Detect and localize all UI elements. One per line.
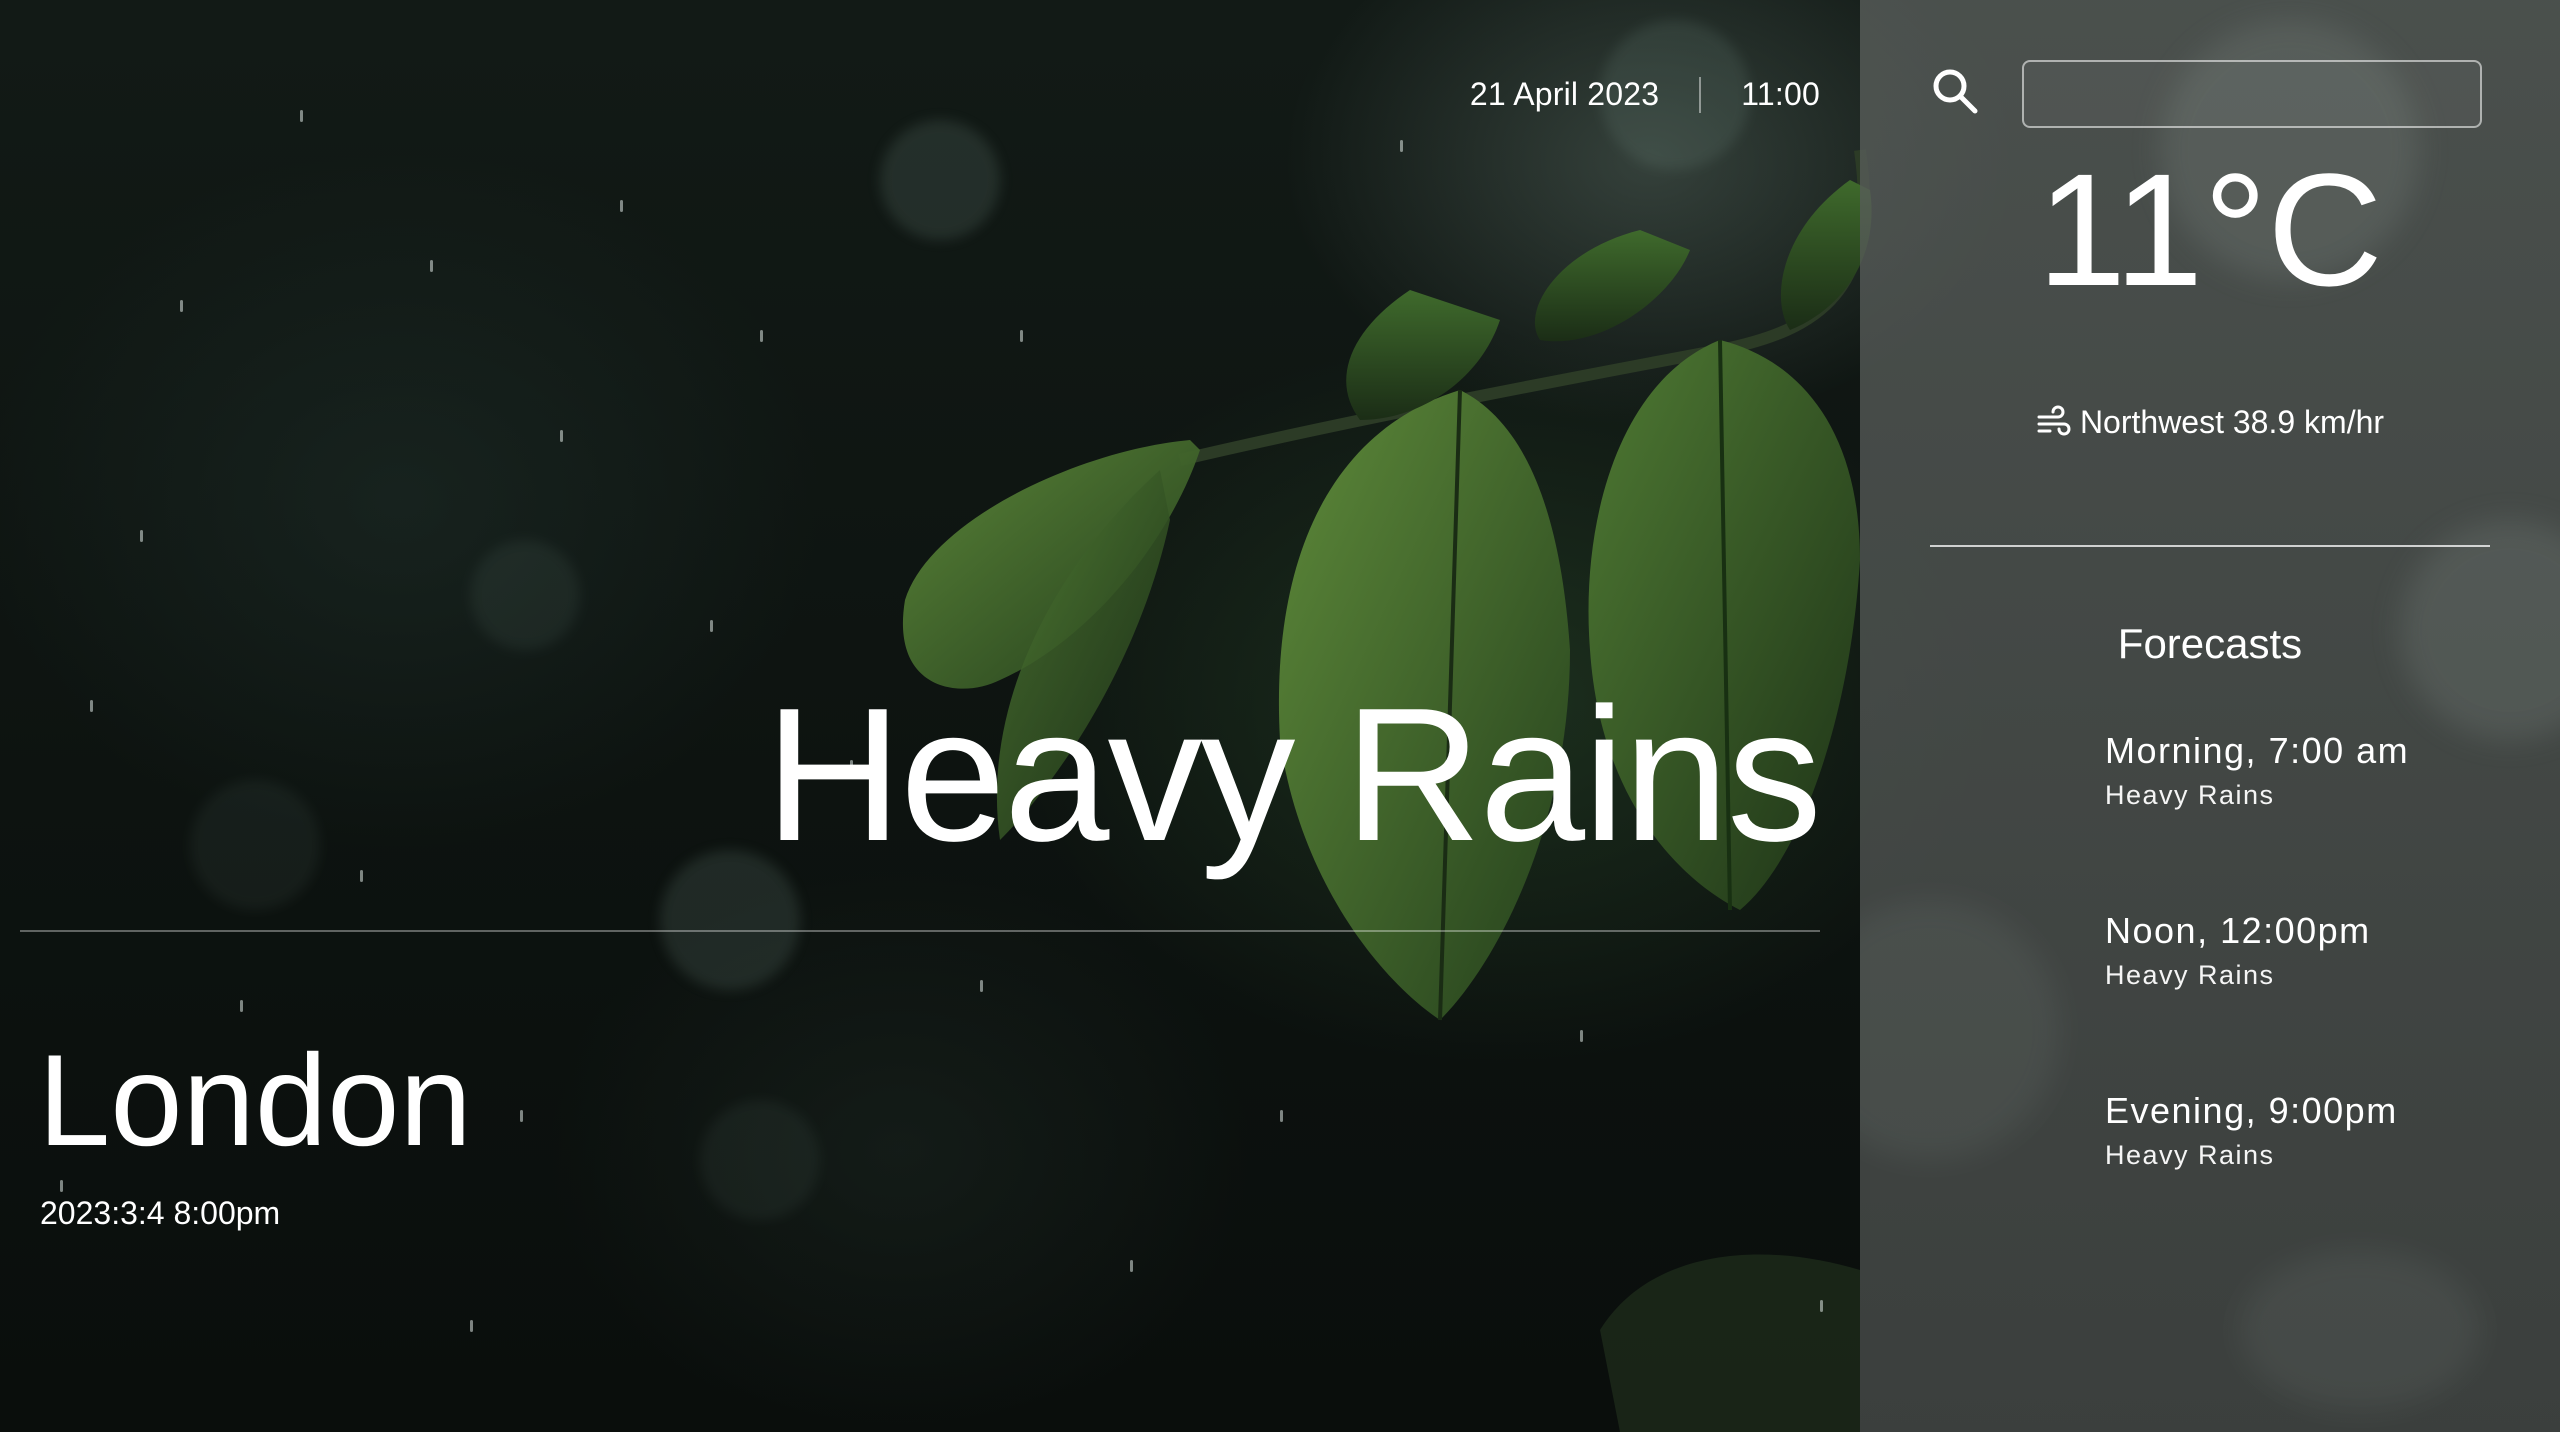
forecasts-heading: Forecasts: [2117, 620, 2303, 667]
forecast-item-evening: Evening, 9:00pm Heavy Rains: [2105, 1090, 2398, 1171]
forecast-time: Noon, 12:00pm: [2105, 910, 2371, 951]
current-time: 11:00: [1741, 76, 1820, 112]
panel-divider: [1930, 545, 2490, 547]
date-time-separator: [1699, 76, 1702, 113]
forecast-item-noon: Noon, 12:00pm Heavy Rains: [2105, 910, 2371, 991]
forecast-time: Evening, 9:00pm: [2105, 1090, 2398, 1131]
current-temperature: 11°C: [2037, 140, 2383, 319]
search-icon[interactable]: [1930, 66, 1980, 116]
forecast-condition: Heavy Rains: [2105, 1140, 2275, 1170]
wind-icon: [2037, 405, 2071, 435]
city-search-input[interactable]: [2022, 60, 2482, 128]
main-divider: [20, 930, 1820, 932]
weather-condition-title: Heavy Rains: [764, 669, 1822, 881]
city-name: London: [38, 1027, 472, 1173]
forecast-time: Morning, 7:00 am: [2105, 730, 2410, 771]
city-datetime: 2023:3:4 8:00pm: [40, 1195, 281, 1231]
weather-app: 21 April 2023 11:00 Heavy Rains London 2…: [0, 0, 2560, 1432]
wind-text: Northwest 38.9 km/hr: [2079, 404, 2385, 440]
date-time-bar: 21 April 2023 11:00: [1470, 76, 1820, 113]
wind-info: Northwest 38.9 km/hr: [1860, 404, 2560, 441]
weather-side-panel: 11°C Northwest 38.9 km/hr Forecasts Morn…: [1860, 0, 2560, 1432]
forecast-item-morning: Morning, 7:00 am Heavy Rains: [2105, 730, 2409, 811]
current-date: 21 April 2023: [1469, 76, 1660, 112]
forecast-condition: Heavy Rains: [2105, 780, 2275, 810]
forecast-condition: Heavy Rains: [2105, 960, 2275, 990]
